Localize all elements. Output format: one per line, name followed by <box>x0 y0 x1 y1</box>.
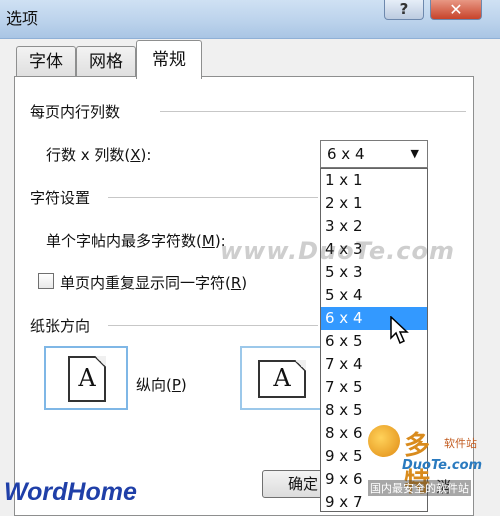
dropdown-option[interactable]: 1 x 1 <box>321 169 427 192</box>
duote-mascot-icon <box>368 425 400 457</box>
duote-logo-url: DuoTe.com <box>402 458 483 473</box>
dropdown-option[interactable]: 7 x 4 <box>321 353 427 376</box>
wordhome-logo: WordHome <box>4 478 137 506</box>
max-chars-label: 单个字帖内最多字符数(M): <box>46 232 226 250</box>
paper-orientation-section-title: 纸张方向 <box>30 317 91 335</box>
dropdown-option[interactable]: 3 x 2 <box>321 215 427 238</box>
close-button[interactable]: ✕ <box>430 0 482 20</box>
portrait-page-icon: A <box>68 356 106 402</box>
dropdown-option[interactable]: 7 x 5 <box>321 376 427 399</box>
rows-cols-select-value: 6 x 4 <box>327 145 365 163</box>
dropdown-option[interactable]: 5 x 4 <box>321 284 427 307</box>
landscape-button[interactable]: A <box>240 346 324 410</box>
portrait-button[interactable]: A <box>44 346 128 410</box>
tab-grid[interactable]: 网格 <box>76 46 136 78</box>
char-settings-separator <box>108 197 318 198</box>
repeat-char-checkbox[interactable] <box>38 273 54 289</box>
paper-orientation-separator <box>108 325 318 326</box>
duote-logo-subtitle: 软件站 <box>444 437 477 450</box>
dropdown-option[interactable]: 8 x 5 <box>321 399 427 422</box>
rows-cols-select[interactable]: 6 x 4 ▼ <box>320 140 428 168</box>
chevron-down-icon: ▼ <box>410 147 419 160</box>
repeat-char-label[interactable]: 单页内重复显示同一字符(R) <box>60 272 247 293</box>
char-settings-section-title: 字符设置 <box>30 189 91 207</box>
duote-watermark-text: www.DuoTe.com <box>220 237 455 265</box>
rows-cols-label: 行数 x 列数(X): <box>46 146 152 164</box>
window-title: 选项 <box>6 9 39 28</box>
tab-general[interactable]: 常规 <box>136 40 202 79</box>
tab-font[interactable]: 字体 <box>16 46 76 78</box>
duote-logo-tagline: 国内最安全的软件站 <box>368 480 471 496</box>
portrait-label: 纵向(P) <box>136 376 187 394</box>
help-button[interactable]: ? <box>384 0 424 20</box>
title-bar: 选项 ? ✕ <box>0 0 500 39</box>
mouse-cursor-icon <box>390 316 409 345</box>
landscape-page-icon: A <box>258 360 306 398</box>
dropdown-option[interactable]: 2 x 1 <box>321 192 427 215</box>
rows-cols-section-title: 每页内行列数 <box>30 103 121 121</box>
rows-cols-separator <box>160 111 466 112</box>
